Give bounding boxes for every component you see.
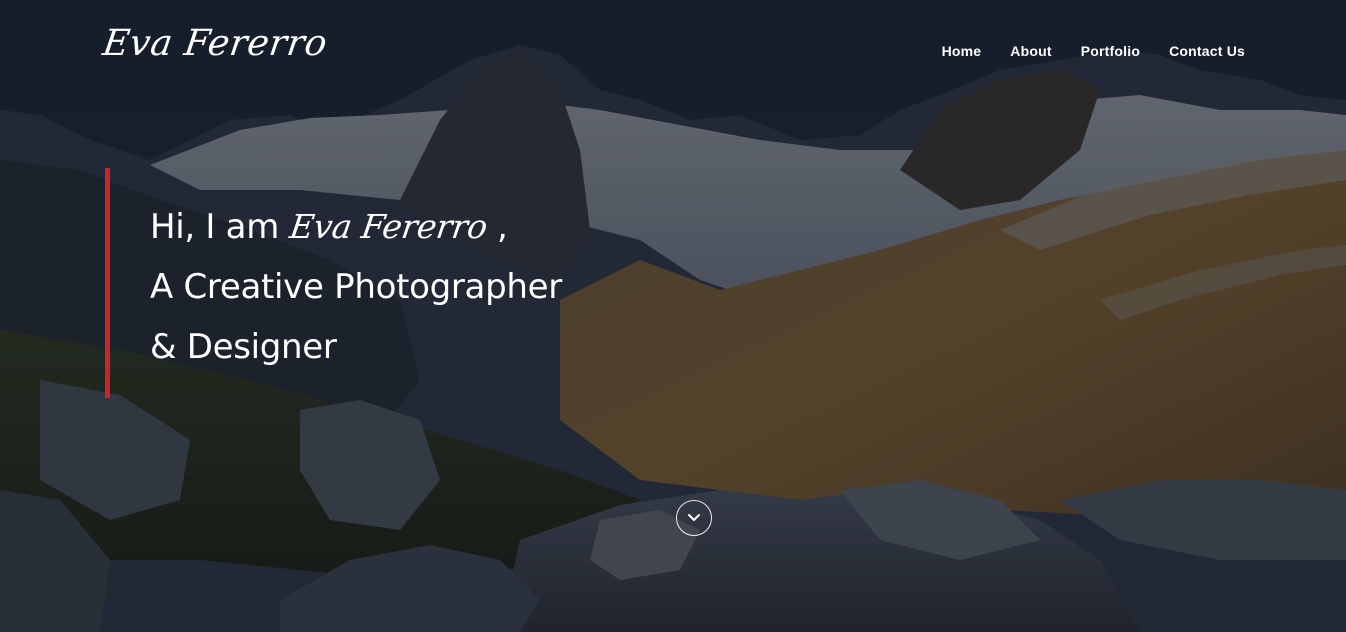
site-logo[interactable]: Eva Fererro bbox=[100, 23, 330, 64]
nav-home-link[interactable]: Home bbox=[942, 43, 982, 59]
hero-greeting-line: Hi, I am Eva Fererro , bbox=[150, 197, 562, 257]
main-nav: Home About Portfolio Contact Us bbox=[942, 43, 1245, 59]
hero-section: Eva Fererro Home About Portfolio Contact… bbox=[0, 0, 1346, 632]
scroll-down-button[interactable] bbox=[676, 500, 712, 536]
nav-portfolio-link[interactable]: Portfolio bbox=[1081, 43, 1140, 59]
hero-name: Eva Fererro bbox=[286, 207, 490, 246]
hero-greeting-prefix: Hi, I am bbox=[150, 207, 280, 247]
hero-subtitle-line-1: A Creative Photographer bbox=[150, 267, 562, 307]
hero-subtitle-line-2: & Designer bbox=[150, 327, 337, 367]
chevron-down-icon bbox=[688, 514, 700, 521]
hero-intro: Hi, I am Eva Fererro , A Creative Photog… bbox=[150, 197, 562, 377]
nav-contact-link[interactable]: Contact Us bbox=[1169, 43, 1245, 59]
accent-bar bbox=[105, 168, 110, 398]
hero-greeting-suffix: , bbox=[497, 207, 508, 247]
nav-about-link[interactable]: About bbox=[1010, 43, 1051, 59]
